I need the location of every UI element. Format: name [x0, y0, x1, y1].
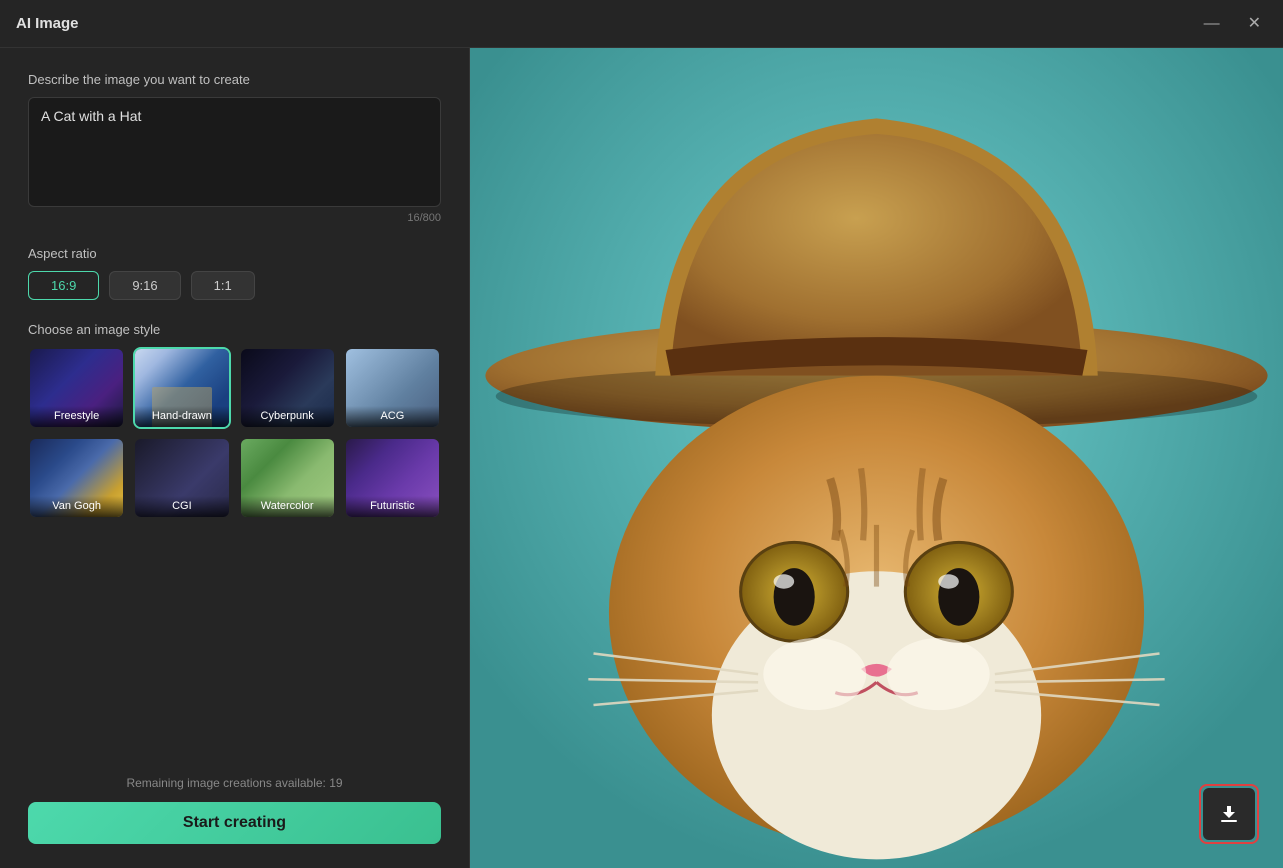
- prompt-label: Describe the image you want to create: [28, 72, 441, 87]
- style-item-cgi[interactable]: CGI: [133, 437, 230, 519]
- generated-image-area: [470, 48, 1283, 868]
- style-label-watercolor: Watercolor: [241, 496, 334, 517]
- download-button[interactable]: [1203, 788, 1255, 840]
- style-label-cyberpunk: Cyberpunk: [241, 406, 334, 427]
- close-button[interactable]: ✕: [1242, 14, 1267, 34]
- titlebar: AI Image — ✕: [0, 0, 1283, 48]
- style-label-vangogh: Van Gogh: [30, 496, 123, 517]
- style-label: Choose an image style: [28, 322, 441, 337]
- download-button-highlight: [1199, 784, 1259, 844]
- start-creating-button[interactable]: Start creating: [28, 802, 441, 844]
- style-label-freestyle: Freestyle: [30, 406, 123, 427]
- style-label-acg: ACG: [346, 406, 439, 427]
- prompt-textarea[interactable]: A Cat with a Hat: [28, 97, 441, 207]
- remaining-text: Remaining image creations available: 19: [28, 776, 441, 790]
- aspect-9-16[interactable]: 9:16: [109, 271, 180, 300]
- download-area: [1199, 784, 1259, 844]
- aspect-buttons: 16:9 9:16 1:1: [28, 271, 441, 300]
- left-panel: Describe the image you want to create A …: [0, 48, 470, 868]
- minimize-button[interactable]: —: [1198, 14, 1226, 34]
- style-label-cgi: CGI: [135, 496, 228, 517]
- right-panel: [470, 48, 1283, 868]
- aspect-16-9[interactable]: 16:9: [28, 271, 99, 300]
- char-count: 16/800: [28, 212, 441, 224]
- aspect-ratio-section: Aspect ratio 16:9 9:16 1:1: [28, 246, 441, 300]
- style-section: Choose an image style Freestyle Hand-dra…: [28, 322, 441, 519]
- aspect-1-1[interactable]: 1:1: [191, 271, 255, 300]
- style-item-futuristic[interactable]: Futuristic: [344, 437, 441, 519]
- style-item-handdrawn[interactable]: Hand-drawn: [133, 347, 230, 429]
- style-item-cyberpunk[interactable]: Cyberpunk: [239, 347, 336, 429]
- main-layout: Describe the image you want to create A …: [0, 48, 1283, 868]
- cat-image: [470, 48, 1283, 868]
- style-item-freestyle[interactable]: Freestyle: [28, 347, 125, 429]
- style-item-acg[interactable]: ACG: [344, 347, 441, 429]
- style-grid: Freestyle Hand-drawn Cyberpunk ACG: [28, 347, 441, 519]
- style-item-watercolor[interactable]: Watercolor: [239, 437, 336, 519]
- style-label-futuristic: Futuristic: [346, 496, 439, 517]
- window-controls: — ✕: [1198, 14, 1267, 34]
- style-item-vangogh[interactable]: Van Gogh: [28, 437, 125, 519]
- download-icon: [1217, 802, 1241, 826]
- aspect-ratio-label: Aspect ratio: [28, 246, 441, 261]
- window-title: AI Image: [16, 15, 79, 32]
- style-label-handdrawn: Hand-drawn: [135, 406, 228, 427]
